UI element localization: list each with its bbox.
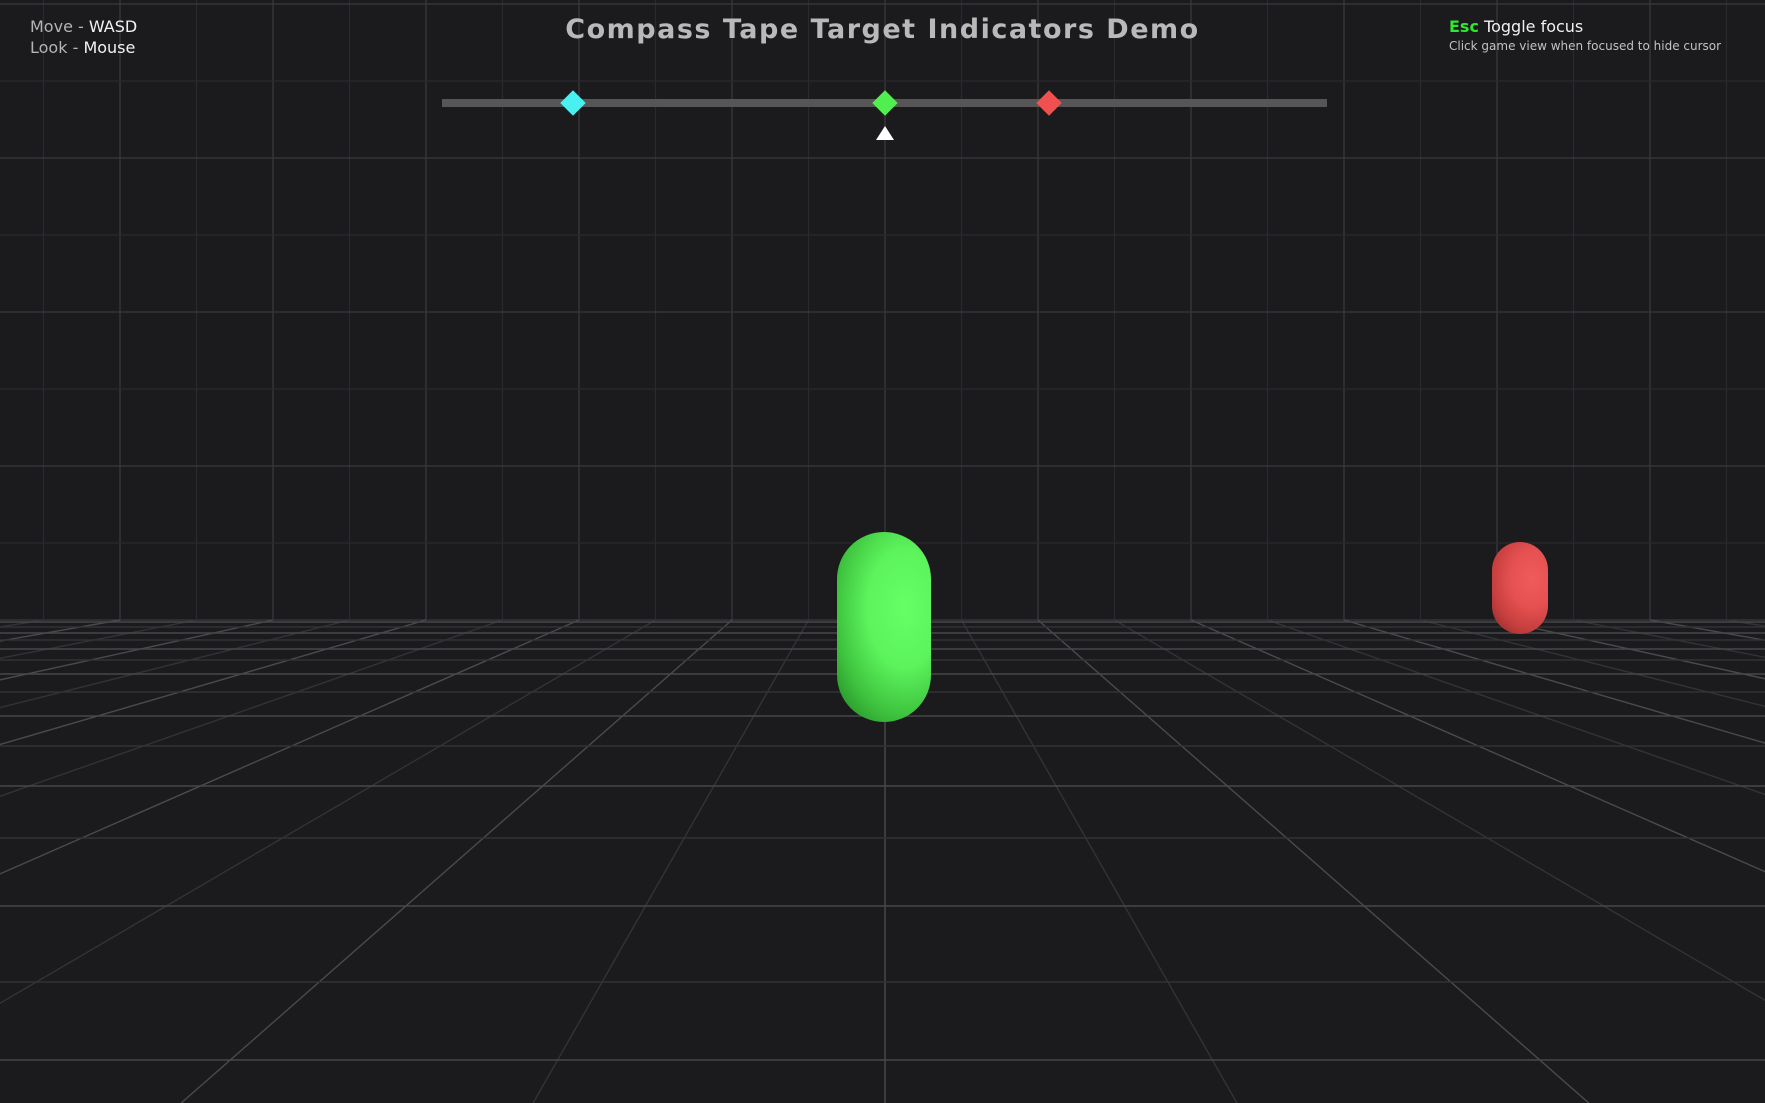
game-viewport[interactable]: Move - WASD Look - Mouse Compass Tape Ta… <box>0 0 1765 1103</box>
focus-help: Esc Toggle focus Click game view when fo… <box>1449 16 1721 54</box>
green-target-capsule <box>837 532 931 722</box>
red-target-capsule <box>1492 542 1548 634</box>
focus-hint: Click game view when focused to hide cur… <box>1449 39 1722 53</box>
toggle-focus-label: Toggle focus <box>1484 17 1584 36</box>
esc-key: Esc <box>1449 17 1479 36</box>
focus-toggle-row: Esc Toggle focus <box>1449 16 1721 37</box>
heading-pointer-icon <box>876 126 894 140</box>
